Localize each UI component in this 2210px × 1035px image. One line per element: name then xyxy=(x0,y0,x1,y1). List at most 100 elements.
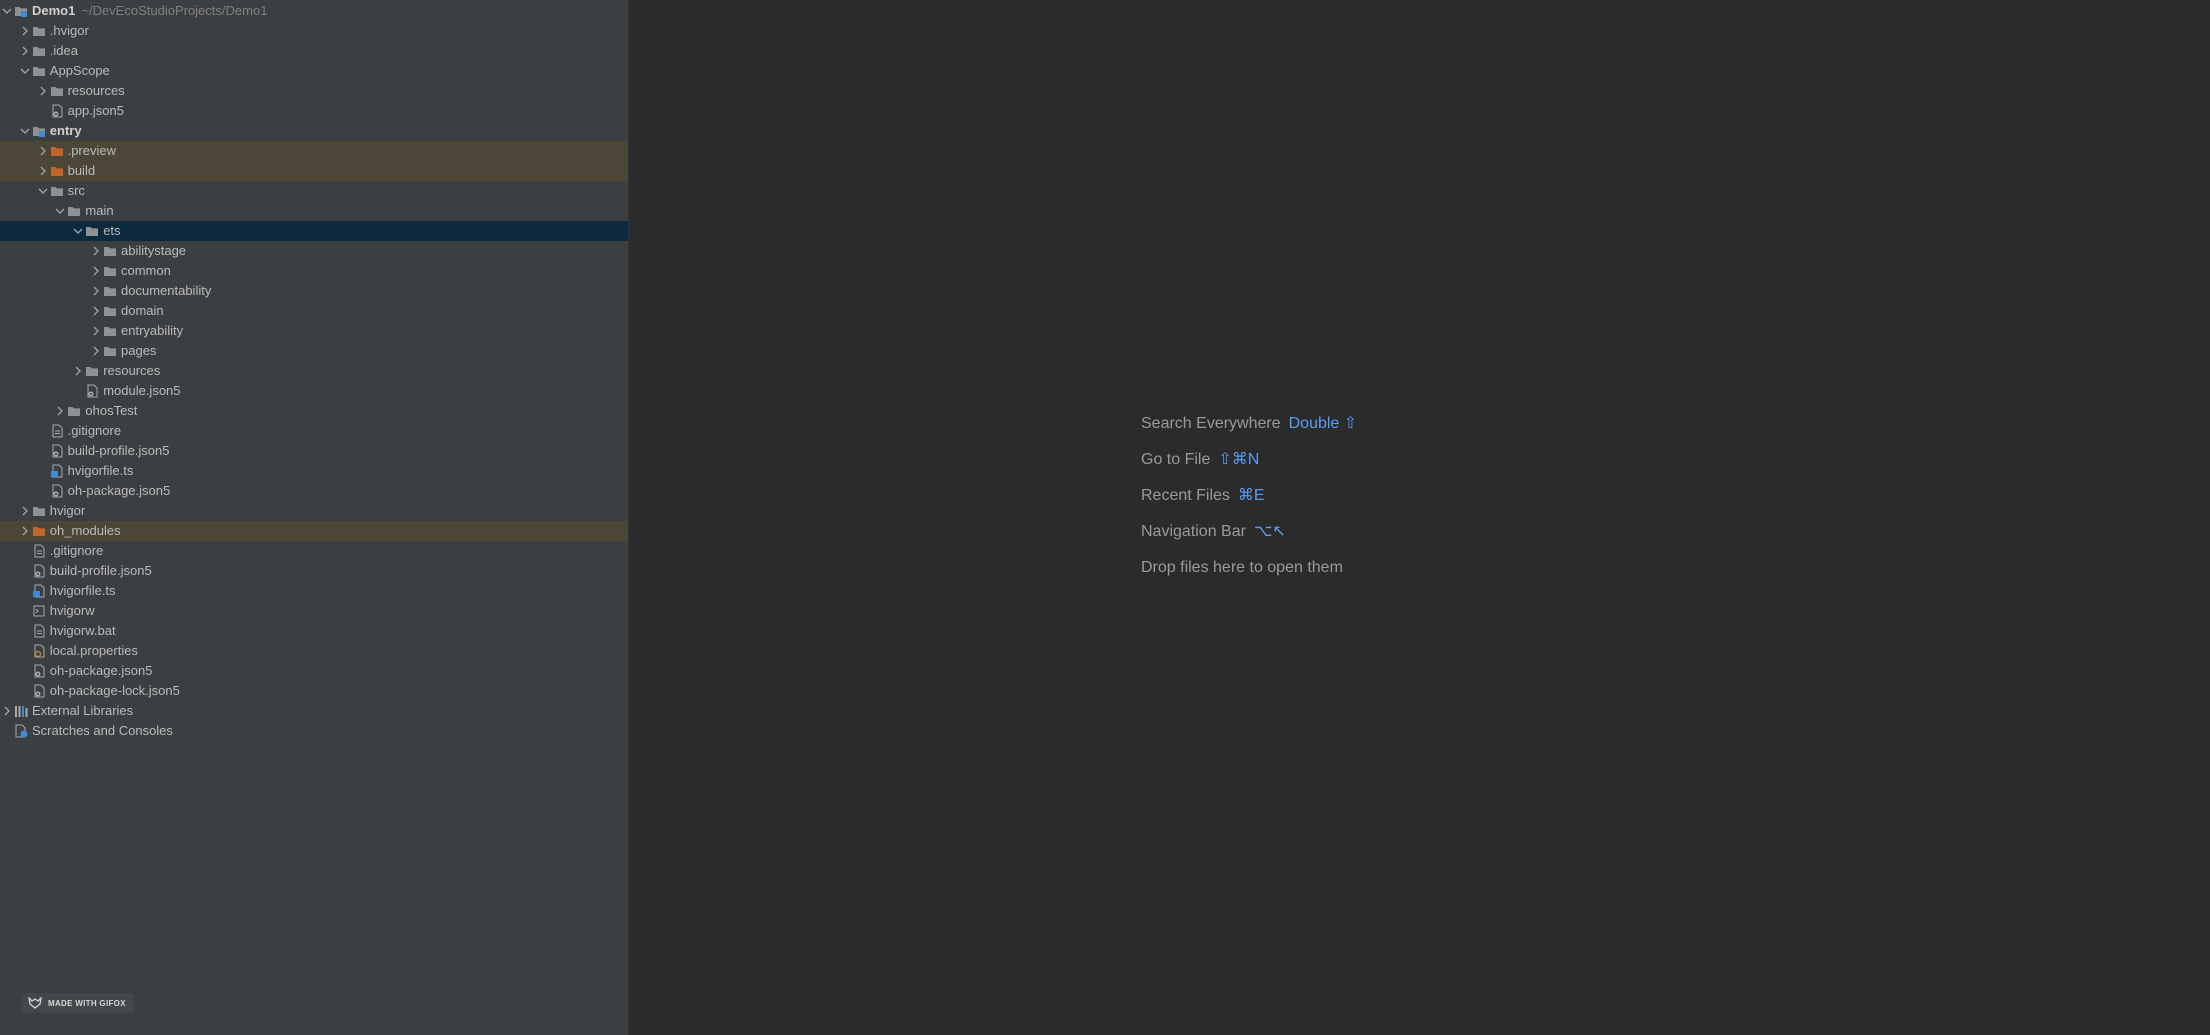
text-file-icon xyxy=(32,624,46,638)
tree-row-oh-package-json5[interactable]: oh-package.json5 xyxy=(0,661,628,681)
chevron-right-icon[interactable] xyxy=(89,264,103,278)
chevron-down-icon[interactable] xyxy=(18,64,32,78)
ts-file-icon xyxy=(32,584,46,598)
tree-row-preview[interactable]: .preview xyxy=(0,141,628,161)
chevron-right-icon[interactable] xyxy=(89,344,103,358)
tree-row-hvigorw-bat[interactable]: hvigorw.bat xyxy=(0,621,628,641)
tree-row-documentability[interactable]: documentability xyxy=(0,281,628,301)
chevron-right-icon[interactable] xyxy=(36,144,50,158)
tree-item-label: main xyxy=(85,203,114,218)
chevron-down-icon[interactable] xyxy=(71,224,85,238)
chevron-down-icon[interactable] xyxy=(53,204,67,218)
hint-label: Recent Files xyxy=(1141,487,1230,504)
tree-row-resources[interactable]: resources xyxy=(0,81,628,101)
chevron-right-icon[interactable] xyxy=(89,304,103,318)
tree-row-build[interactable]: build xyxy=(0,161,628,181)
tree-item-label: .preview xyxy=(67,143,117,158)
empty-state-hints: Search Everywhere Double ⇧ Go to File ⇧⌘N Re… xyxy=(1141,411,1357,591)
folder-icon xyxy=(103,304,117,318)
chevron-right-icon[interactable] xyxy=(89,324,103,338)
folder-icon xyxy=(85,224,99,238)
chevron-right-icon[interactable] xyxy=(36,84,50,98)
project-tree[interactable]: Demo1 ~/DevEcoStudioProjects/Demo1 .hvigor… xyxy=(0,1,628,741)
tree-item-label: resources xyxy=(103,363,161,378)
chevron-right-icon[interactable] xyxy=(53,404,67,418)
tree-row-external-libraries[interactable]: External Libraries xyxy=(0,701,628,721)
chevron-right-icon[interactable] xyxy=(18,504,32,518)
chevron-right-icon[interactable] xyxy=(18,524,32,538)
tree-item-label: hvigorw.bat xyxy=(49,623,116,638)
tree-item-label: src xyxy=(67,183,85,198)
tree-item-label: External Libraries xyxy=(32,703,134,718)
empty-state-hint: Recent Files ⌘E xyxy=(1141,483,1357,519)
tree-row-src[interactable]: src xyxy=(0,181,628,201)
chevron-right-icon[interactable] xyxy=(71,364,85,378)
folder-icon xyxy=(32,64,46,78)
tree-row-main[interactable]: main xyxy=(0,201,628,221)
folder-icon xyxy=(32,24,46,38)
tree-row-ohostest[interactable]: ohosTest xyxy=(0,401,628,421)
tree-item-label: ets xyxy=(103,223,121,238)
excluded-folder-icon xyxy=(32,524,46,538)
tree-row-build-profile-json5[interactable]: build-profile.json5 xyxy=(0,561,628,581)
tree-row-ets[interactable]: ets xyxy=(0,221,628,241)
tree-row-gitignore[interactable]: .gitignore xyxy=(0,421,628,441)
tree-row-entry[interactable]: entry xyxy=(0,121,628,141)
tree-row-entryability[interactable]: entryability xyxy=(0,321,628,341)
folder-icon xyxy=(50,184,64,198)
project-path: ~/DevEcoStudioProjects/Demo1 xyxy=(81,3,268,18)
tree-row-hvigor[interactable]: hvigor xyxy=(0,501,628,521)
folder-icon xyxy=(67,204,81,218)
chevron-right-icon[interactable] xyxy=(18,44,32,58)
chevron-down-icon[interactable] xyxy=(18,124,32,138)
tree-item-label: local.properties xyxy=(49,643,138,658)
tree-item-label: documentability xyxy=(121,283,212,298)
tree-row-module-json5[interactable]: module.json5 xyxy=(0,381,628,401)
tree-row-oh-package-lock-json5[interactable]: oh-package-lock.json5 xyxy=(0,681,628,701)
tree-row-domain[interactable]: domain xyxy=(0,301,628,321)
tree-row-oh-package-json5[interactable]: oh-package.json5 xyxy=(0,481,628,501)
tree-row-pages[interactable]: pages xyxy=(0,341,628,361)
chevron-right-icon[interactable] xyxy=(0,704,14,718)
tree-row-scratches-and-consoles[interactable]: Scratches and Consoles xyxy=(0,721,628,741)
ts-file-icon xyxy=(50,464,64,478)
tree-row-appscope[interactable]: AppScope xyxy=(0,61,628,81)
tree-row-hvigorfile-ts[interactable]: hvigorfile.ts xyxy=(0,461,628,481)
tree-row-app-json5[interactable]: app.json5 xyxy=(0,101,628,121)
tree-item-label: oh-package-lock.json5 xyxy=(49,683,180,698)
hint-label: Drop files here to open them xyxy=(1141,559,1343,576)
tree-row-gitignore[interactable]: .gitignore xyxy=(0,541,628,561)
tree-row-oh-modules[interactable]: oh_modules xyxy=(0,521,628,541)
tree-row-resources[interactable]: resources xyxy=(0,361,628,381)
empty-state-hint: Go to File ⇧⌘N xyxy=(1141,447,1357,483)
chevron-down-icon[interactable] xyxy=(36,184,50,198)
hint-label: Navigation Bar xyxy=(1141,523,1246,540)
tree-item-label: build-profile.json5 xyxy=(49,563,152,578)
libraries-icon xyxy=(14,704,28,718)
chevron-right-icon[interactable] xyxy=(18,24,32,38)
tree-item-label: AppScope xyxy=(49,63,110,78)
project-tool-window[interactable]: Demo1 ~/DevEcoStudioProjects/Demo1 .hvigor… xyxy=(0,0,629,1035)
tree-row-idea[interactable]: .idea xyxy=(0,41,628,61)
chevron-right-icon[interactable] xyxy=(36,164,50,178)
tree-row-hvigorw[interactable]: hvigorw xyxy=(0,601,628,621)
tree-row-hvigorfile-ts[interactable]: hvigorfile.ts xyxy=(0,581,628,601)
tree-item-label: entryability xyxy=(121,323,184,338)
hint-shortcut: ⇧⌘N xyxy=(1218,451,1260,468)
chevron-down-icon[interactable] xyxy=(0,4,14,18)
gifox-logo-icon xyxy=(28,997,42,1009)
module-icon xyxy=(32,124,46,138)
chevron-right-icon[interactable] xyxy=(89,284,103,298)
tree-row-common[interactable]: common xyxy=(0,261,628,281)
chevron-right-icon[interactable] xyxy=(89,244,103,258)
tree-row-local-properties[interactable]: local.properties xyxy=(0,641,628,661)
folder-icon xyxy=(103,244,117,258)
tree-row-hvigor[interactable]: .hvigor xyxy=(0,21,628,41)
tree-row-demo1[interactable]: Demo1 ~/DevEcoStudioProjects/Demo1 xyxy=(0,1,628,21)
folder-icon xyxy=(67,404,81,418)
tree-item-label: hvigorfile.ts xyxy=(67,463,134,478)
tree-row-build-profile-json5[interactable]: build-profile.json5 xyxy=(0,441,628,461)
tree-item-label: oh_modules xyxy=(49,523,121,538)
tree-row-abilitystage[interactable]: abilitystage xyxy=(0,241,628,261)
hint-shortcut: ⌥↖ xyxy=(1253,523,1286,540)
